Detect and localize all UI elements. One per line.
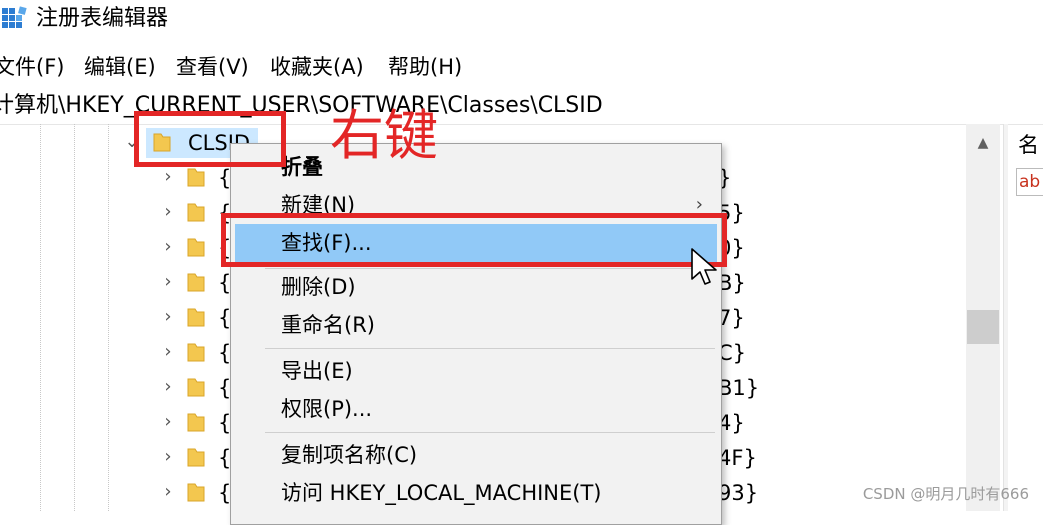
watermark: CSDN @明月几时有666 <box>862 485 1029 503</box>
menu-edit[interactable]: 编辑(E) <box>84 50 156 84</box>
annotation-box-clsid <box>134 111 286 167</box>
mouse-pointer-icon <box>691 248 717 285</box>
folder-icon <box>187 413 205 432</box>
menu-item-label: 访问 HKEY_LOCAL_MACHINE(T) <box>281 481 602 505</box>
menu-item-label: 重命名(R) <box>281 313 375 337</box>
folder-icon <box>187 378 205 397</box>
chevron-right-icon[interactable]: › <box>158 482 178 502</box>
annotation-box-find <box>221 213 727 267</box>
menu-item-export[interactable]: 导出(E) <box>235 352 717 390</box>
folder-icon <box>187 238 205 257</box>
menu-item-rename[interactable]: 重命名(R) <box>235 306 717 344</box>
chevron-right-icon[interactable]: › <box>158 167 178 187</box>
address-path[interactable]: 计算机\HKEY_CURRENT_USER\SOFTWARE\Classes\C… <box>0 90 603 122</box>
window-title: 注册表编辑器 <box>36 6 169 31</box>
annotation-label: 右键 <box>330 104 438 167</box>
scroll-thumb[interactable] <box>967 310 999 344</box>
folder-icon <box>187 343 205 362</box>
scroll-up-icon[interactable]: ▲ <box>966 128 1000 158</box>
tree-node-label-end: 7} <box>718 306 745 330</box>
chevron-right-icon[interactable]: › <box>158 307 178 327</box>
menu-item-copy-key-name[interactable]: 复制项名称(C) <box>235 436 717 474</box>
chevron-right-icon[interactable]: › <box>158 202 178 222</box>
values-pane[interactable]: 名 ab <box>1008 124 1043 511</box>
chevron-right-icon[interactable]: › <box>158 342 178 362</box>
tree-node-label-end: 93} <box>718 481 759 505</box>
tree-node-label-end: C} <box>718 341 747 365</box>
string-value-icon: ab <box>1016 168 1043 196</box>
menu-view[interactable]: 查看(V) <box>176 50 249 84</box>
menu-favorites[interactable]: 收藏夹(A) <box>270 50 364 84</box>
tree-scrollbar[interactable]: ▲ <box>966 124 1000 511</box>
folder-icon <box>187 203 205 222</box>
menu-item-label: 删除(D) <box>281 275 356 299</box>
title-bar: 注册表编辑器 <box>0 0 1043 40</box>
chevron-right-icon[interactable]: › <box>158 272 178 292</box>
menu-separator <box>265 348 715 349</box>
tree-node-label-end: 4F} <box>718 446 757 470</box>
menu-item-label: 导出(E) <box>281 359 353 383</box>
menu-item-permissions[interactable]: 权限(P)... <box>235 390 717 428</box>
menu-item-collapse[interactable]: 折叠 <box>235 148 717 186</box>
menu-file[interactable]: 文件(F) <box>0 50 64 84</box>
menu-item-label: 折叠 <box>281 155 323 179</box>
menu-item-goto-hklm[interactable]: 访问 HKEY_LOCAL_MACHINE(T) <box>235 474 717 512</box>
menu-bar: 文件(F) 编辑(E) 查看(V) 收藏夹(A) 帮助(H) <box>0 50 1043 84</box>
column-header-name[interactable]: 名 <box>1018 130 1039 160</box>
menu-separator <box>265 432 715 433</box>
chevron-right-icon[interactable]: › <box>158 237 178 257</box>
menu-item-delete[interactable]: 删除(D) <box>235 268 717 306</box>
tree-node-label-end: 4} <box>718 411 745 435</box>
menu-item-label: 权限(P)... <box>281 397 373 421</box>
chevron-right-icon[interactable]: › <box>158 377 178 397</box>
folder-icon <box>187 168 205 187</box>
context-menu: 折叠 新建(N) › 查找(F)... 删除(D) 重命名(R) 导出(E) 权… <box>230 143 722 525</box>
folder-icon <box>187 308 205 327</box>
chevron-right-icon[interactable]: › <box>158 412 178 432</box>
menu-item-label: 复制项名称(C) <box>281 443 418 467</box>
registry-editor-icon <box>2 6 27 28</box>
tree-node-label-end: B1} <box>718 376 760 400</box>
folder-icon <box>187 483 205 502</box>
menu-help[interactable]: 帮助(H) <box>388 50 462 84</box>
folder-icon <box>187 448 205 467</box>
chevron-right-icon[interactable]: › <box>158 447 178 467</box>
folder-icon <box>187 273 205 292</box>
